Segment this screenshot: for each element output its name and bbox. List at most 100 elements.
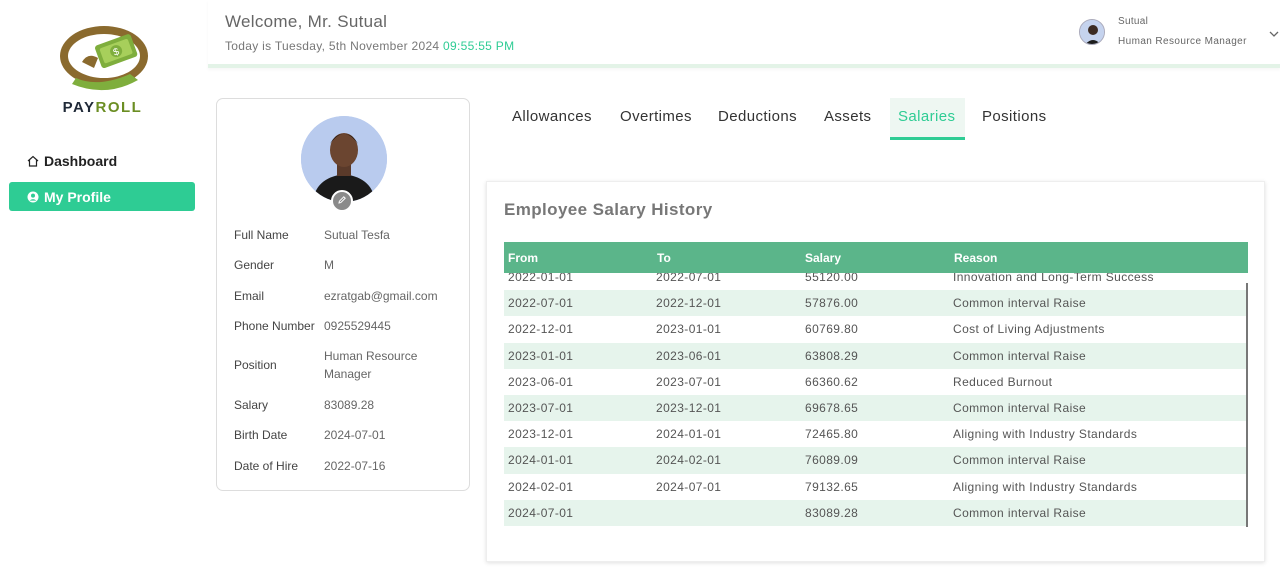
full-name-label: Full Name (234, 228, 289, 242)
profile-photo (301, 116, 387, 202)
column-header-from: From (508, 251, 538, 265)
cell-from: 2023-07-01 (508, 401, 574, 415)
table-row: 2023-06-01 2023-07-01 66360.62 Reduced B… (504, 369, 1246, 395)
tab-overtimes[interactable]: Overtimes (620, 108, 692, 125)
cell-reason: Reduced Burnout (953, 374, 1053, 389)
cell-to: 2022-07-01 (656, 273, 722, 284)
cell-reason: Aligning with Industry Standards (953, 427, 1138, 442)
salary-table-body[interactable]: 2022-01-01 2022-07-01 55120.00 Innovatio… (504, 273, 1248, 527)
cell-salary: 66360.62 (805, 374, 859, 389)
salary-label: Salary (234, 398, 269, 412)
cell-to: 2022-12-01 (656, 296, 722, 311)
cell-from: 2023-06-01 (508, 374, 574, 389)
brand-part1: PAY (62, 99, 96, 116)
cell-reason: Cost of Living Adjustments (953, 322, 1105, 337)
user-role: Human Resource Manager (1118, 36, 1247, 47)
cell-to: 2023-07-01 (656, 374, 722, 389)
cell-from: 2022-07-01 (508, 296, 574, 311)
cell-from: 2022-01-01 (508, 273, 574, 284)
email-value: ezratgab@gmail.com (324, 289, 438, 303)
table-row: 2023-12-01 2024-01-01 72465.80 Aligning … (504, 421, 1246, 447)
user-name: Sutual (1118, 16, 1149, 27)
cell-to: 2024-07-01 (656, 479, 722, 494)
welcome-message: Welcome, Mr. Sutual (225, 12, 388, 31)
tab-salaries[interactable]: Salaries (898, 108, 955, 125)
cell-from: 2024-02-01 (508, 479, 574, 494)
cell-salary: 63808.29 (805, 348, 859, 363)
birth-date-label: Birth Date (234, 428, 288, 442)
hire-date-label: Date of Hire (234, 459, 299, 473)
table-row: 2023-01-01 2023-06-01 63808.29 Common in… (504, 342, 1246, 369)
birth-date-value: 2024-07-01 (324, 428, 386, 442)
cell-to: 2024-01-01 (656, 427, 722, 442)
sidebar-item-label: Dashboard (44, 152, 118, 169)
phone-value: 0925529445 (324, 319, 391, 333)
cell-reason: Aligning with Industry Standards (953, 479, 1138, 494)
gender-label: Gender (234, 258, 275, 272)
gender-value: M (324, 258, 334, 272)
cell-to: 2024-02-01 (656, 453, 722, 468)
cell-reason: Common interval Raise (953, 505, 1087, 520)
hire-date-value: 2022-07-16 (324, 459, 386, 473)
top-header: Welcome, Mr. Sutual Today is Tuesday, 5t… (208, 0, 1280, 68)
tab-positions[interactable]: Positions (982, 108, 1046, 125)
sidebar-item-label: My Profile (44, 188, 111, 205)
cell-salary: 55120.00 (805, 273, 859, 284)
active-tab-indicator (890, 137, 965, 140)
tab-allowances[interactable]: Allowances (512, 108, 592, 125)
clock-time: 09:55:55 PM (443, 39, 515, 53)
pencil-icon (337, 192, 347, 210)
cell-to: 2023-12-01 (656, 401, 722, 415)
cell-salary: 69678.65 (805, 401, 859, 415)
user-circle-icon (27, 191, 39, 203)
brand-part2: ROLL (95, 99, 143, 116)
cell-salary: 72465.80 (805, 427, 859, 442)
table-row: 2024-02-01 2024-07-01 79132.65 Aligning … (504, 474, 1246, 500)
salary-history-card: Employee Salary History From To Salary R… (486, 181, 1265, 562)
position-label: Position (234, 358, 277, 372)
cell-from: 2023-01-01 (508, 348, 574, 363)
sidebar-item-my-profile[interactable]: My Profile (9, 182, 195, 211)
cell-reason: Innovation and Long-Term Success (953, 273, 1154, 284)
cell-from: 2024-01-01 (508, 453, 574, 468)
today-text: Today is Tuesday, 5th November 2024 (225, 39, 440, 53)
column-header-salary: Salary (805, 251, 842, 265)
salary-value: 83089.28 (324, 398, 375, 412)
table-row: 2022-01-01 2022-07-01 55120.00 Innovatio… (504, 273, 1246, 290)
full-name-value: Sutual Tesfa (324, 228, 390, 242)
tab-assets[interactable]: Assets (824, 108, 871, 125)
sidebar: $ PAYROLL Dashboard My Profile (0, 0, 205, 584)
chevron-down-icon[interactable] (1268, 26, 1280, 37)
profile-card: Full Name Sutual Tesfa Gender M Email ez… (216, 98, 470, 491)
email-label: Email (234, 289, 265, 303)
table-row: 2024-07-01 83089.28 Common interval Rais… (504, 499, 1246, 526)
cell-salary: 79132.65 (805, 479, 859, 494)
table-scrollbar[interactable] (1246, 283, 1248, 527)
cell-salary: 57876.00 (805, 296, 859, 311)
table-row: 2022-07-01 2022-12-01 57876.00 Common in… (504, 290, 1246, 317)
cell-to: 2023-01-01 (656, 322, 722, 337)
edit-photo-button[interactable] (331, 190, 353, 212)
tab-deductions[interactable]: Deductions (718, 108, 797, 125)
cell-from: 2022-12-01 (508, 322, 574, 337)
table-row: 2023-07-01 2023-12-01 69678.65 Common in… (504, 395, 1246, 422)
cell-reason: Common interval Raise (953, 296, 1087, 311)
cell-from: 2023-12-01 (508, 427, 574, 442)
position-value: Human Resource Manager (324, 349, 418, 381)
sidebar-item-dashboard[interactable]: Dashboard (9, 146, 195, 175)
payroll-logo: $ (58, 22, 154, 94)
home-icon (27, 155, 39, 167)
phone-label: Phone Number (234, 319, 315, 333)
column-header-to: To (657, 251, 671, 265)
column-header-reason: Reason (954, 251, 998, 265)
cell-salary: 83089.28 (805, 505, 859, 520)
cell-reason: Common interval Raise (953, 401, 1087, 415)
table-header: From To Salary Reason (504, 242, 1248, 273)
cell-reason: Common interval Raise (953, 453, 1087, 468)
table-row: 2024-01-01 2024-02-01 76089.09 Common in… (504, 447, 1246, 474)
brand-name: PAYROLL (0, 99, 205, 116)
date-line: Today is Tuesday, 5th November 2024 09:5… (225, 39, 514, 53)
avatar[interactable] (1079, 19, 1105, 45)
cell-to: 2023-06-01 (656, 348, 722, 363)
cell-reason: Common interval Raise (953, 348, 1087, 363)
